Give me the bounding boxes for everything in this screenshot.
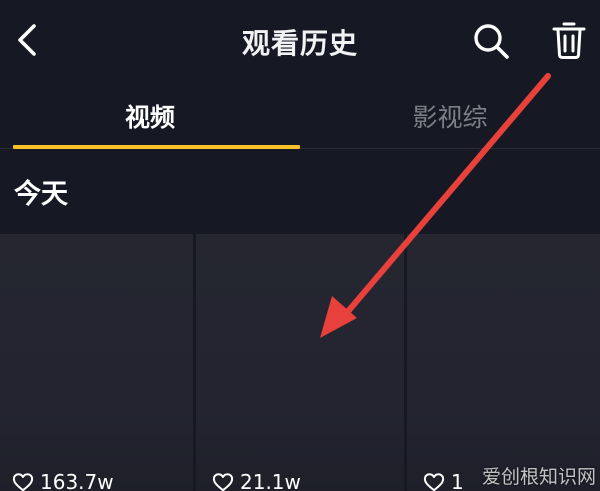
search-icon [474,24,509,59]
like-row: 163.7w [12,469,114,491]
tab-bar: 视频 影视综 [0,84,600,149]
section-title-today: 今天 [14,179,68,210]
like-count: 1 [451,470,464,491]
search-button[interactable] [468,18,514,64]
like-count: 21.1w [240,470,301,491]
back-button[interactable] [6,18,50,62]
like-row: 1 [423,469,464,491]
watch-history-screen: 观看历史 视频 影视综 今天 163.7w 21.1w 1 爱创根知识网 [0,0,600,491]
like-count: 163.7w [40,470,114,491]
video-grid: 163.7w 21.1w 1 [0,234,600,491]
video-card[interactable]: 21.1w [196,234,404,491]
trash-icon [552,22,586,59]
tab-video[interactable]: 视频 [0,84,300,148]
like-row: 21.1w [212,469,301,491]
heart-icon [423,473,445,491]
tab-film-tv-variety[interactable]: 影视综 [300,84,600,148]
heart-icon [12,473,34,491]
active-tab-indicator [13,145,300,149]
video-card[interactable]: 163.7w [0,234,193,491]
chevron-left-icon [18,24,36,56]
video-card[interactable]: 1 [407,234,600,491]
delete-button[interactable] [546,16,592,64]
heart-icon [212,473,234,491]
top-bar: 观看历史 [0,0,600,84]
